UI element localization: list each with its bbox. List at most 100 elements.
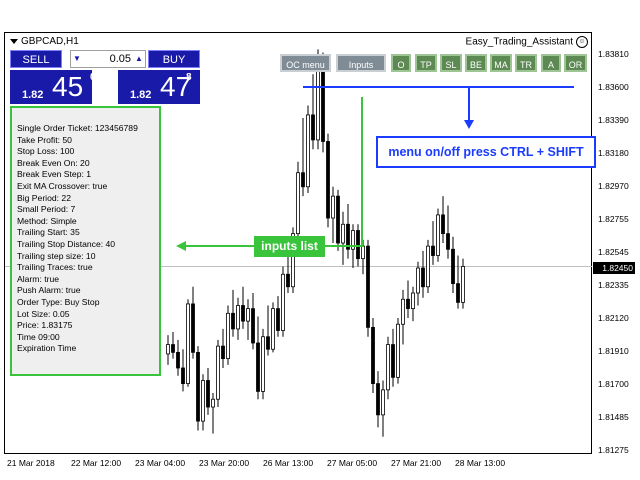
candle-body — [296, 172, 300, 235]
time-tick: 27 Mar 05:00 — [327, 458, 378, 468]
inputs-button[interactable]: Inputs — [336, 54, 386, 72]
arrow-up-icon[interactable]: ▲ — [134, 51, 144, 67]
info-line: Order Type: Buy Stop — [17, 296, 100, 307]
candle-body — [196, 351, 200, 422]
candle-body — [461, 266, 465, 303]
info-line: Stop Loss: 100 — [17, 146, 75, 157]
info-line: Method: Simple — [17, 215, 77, 226]
info-line: Single Order Ticket: 123456789 — [17, 123, 138, 133]
info-line: Lot Size: 0.05 — [17, 308, 70, 319]
chart-symbol-title: GBPCAD,H1 — [10, 36, 79, 47]
candle-body — [421, 267, 425, 288]
candle-body — [261, 336, 265, 392]
info-line: Take Profit: 50 — [17, 134, 72, 145]
inputs-info-panel: Single Order Ticket: 123456789 Take Prof… — [10, 106, 161, 376]
candle-body — [306, 114, 310, 188]
ma-crossover-button[interactable]: MA — [490, 54, 512, 72]
candle-body — [436, 214, 440, 256]
info-line: Trailing Start: 35 — [17, 227, 80, 238]
one-click-trading-panel: SELL 0.05 ▼ ▲ BUY 1.82 45 0 1.82 47 8 — [10, 50, 200, 104]
break-even-button[interactable]: BE — [465, 54, 487, 72]
time-tick: 26 Mar 13:00 — [263, 458, 314, 468]
buy-button[interactable]: BUY — [148, 50, 200, 68]
oc-menu-button[interactable]: OC menu — [280, 54, 331, 72]
ea-name-label: Easy_Trading_Assistant — [465, 36, 573, 48]
candle-body — [456, 283, 460, 303]
candle-body — [206, 380, 210, 408]
candle-body — [411, 292, 415, 310]
time-tick: 28 Mar 13:00 — [455, 458, 506, 468]
candle-body — [366, 245, 370, 328]
sell-button[interactable]: SELL — [10, 50, 62, 68]
candle-body — [246, 308, 250, 322]
candle-body — [256, 342, 260, 392]
candle-body — [396, 323, 400, 378]
candle-body — [241, 305, 245, 322]
candle-body — [341, 223, 345, 244]
candle-body — [176, 351, 180, 369]
candle-body — [356, 230, 360, 260]
candle-body — [271, 308, 275, 350]
candle-body — [201, 380, 205, 422]
info-line: Trailing step size: 10 — [17, 250, 96, 261]
candle-body — [166, 344, 170, 355]
time-tick: 23 Mar 04:00 — [135, 458, 186, 468]
info-line: Expiration Time — [17, 343, 77, 354]
time-tick: 21 Mar 2018 — [7, 458, 55, 468]
stop-loss-button[interactable]: SL — [440, 54, 462, 72]
candle-body — [371, 326, 375, 385]
candle-body — [191, 303, 195, 353]
trailing-button[interactable]: TR — [515, 54, 537, 72]
price-tick: 1.81700 — [598, 379, 629, 389]
price-tick: 1.81485 — [598, 412, 629, 422]
info-line: Push Alarm: true — [17, 285, 81, 296]
info-line: Break Even Step: 1 — [17, 169, 92, 180]
take-profit-button[interactable]: TP — [415, 54, 437, 72]
price-tick: 1.83390 — [598, 115, 629, 125]
candle-body — [171, 344, 175, 353]
price-tick: 1.83810 — [598, 49, 629, 59]
inputs-list-label: inputs list — [254, 236, 325, 257]
candle-body — [301, 172, 305, 188]
arrow-down-icon[interactable]: ▼ — [72, 51, 82, 67]
candle-body — [251, 308, 255, 344]
price-tick: 1.83600 — [598, 82, 629, 92]
candle-body — [276, 308, 280, 331]
expert-advisor-name[interactable]: Easy_Trading_Assistant ☺ — [466, 36, 588, 48]
menu-hint-callout: menu on/off press CTRL + SHIFT — [376, 136, 596, 168]
order-type-button[interactable]: OR — [564, 54, 587, 72]
buy-price-button[interactable]: 1.82 47 8 — [118, 70, 200, 104]
price-tick: 1.81275 — [598, 445, 629, 455]
buy-price-prefix: 1.82 — [130, 89, 152, 101]
candle-body — [426, 245, 430, 288]
candle-body — [286, 273, 290, 288]
alarm-button[interactable]: A — [541, 54, 561, 72]
candle-body — [406, 298, 410, 310]
symbol-label: GBPCAD,H1 — [21, 36, 79, 47]
candle-body — [211, 398, 215, 408]
candle-body — [391, 344, 395, 378]
info-line: Alarm: true — [17, 273, 60, 284]
sell-price-button[interactable]: 1.82 45 0 — [10, 70, 96, 104]
info-line: Exit MA Crossover: true — [17, 180, 108, 191]
price-tick: 1.82755 — [598, 214, 629, 224]
info-line: Trailing Traces: true — [17, 262, 93, 273]
price-tick: 1.82335 — [598, 280, 629, 290]
info-line: Small Period: 7 — [17, 204, 76, 215]
order-button[interactable]: O — [391, 54, 411, 72]
candle-body — [226, 312, 230, 360]
candle-body — [326, 141, 330, 219]
arrow-down-icon — [464, 120, 474, 129]
info-line: Time 09:00 — [17, 331, 60, 342]
candle-body — [361, 245, 365, 260]
buy-price-fraction: 8 — [186, 72, 192, 83]
candle-body — [336, 195, 340, 244]
candle-body — [216, 345, 220, 400]
time-tick: 27 Mar 21:00 — [391, 458, 442, 468]
arrow-left-icon — [176, 241, 186, 251]
info-line: Price: 1.83175 — [17, 320, 73, 331]
candle-body — [451, 248, 455, 285]
current-price-label: 1.82450 — [593, 262, 635, 274]
candle-body — [186, 303, 190, 385]
candle-body — [221, 345, 225, 360]
